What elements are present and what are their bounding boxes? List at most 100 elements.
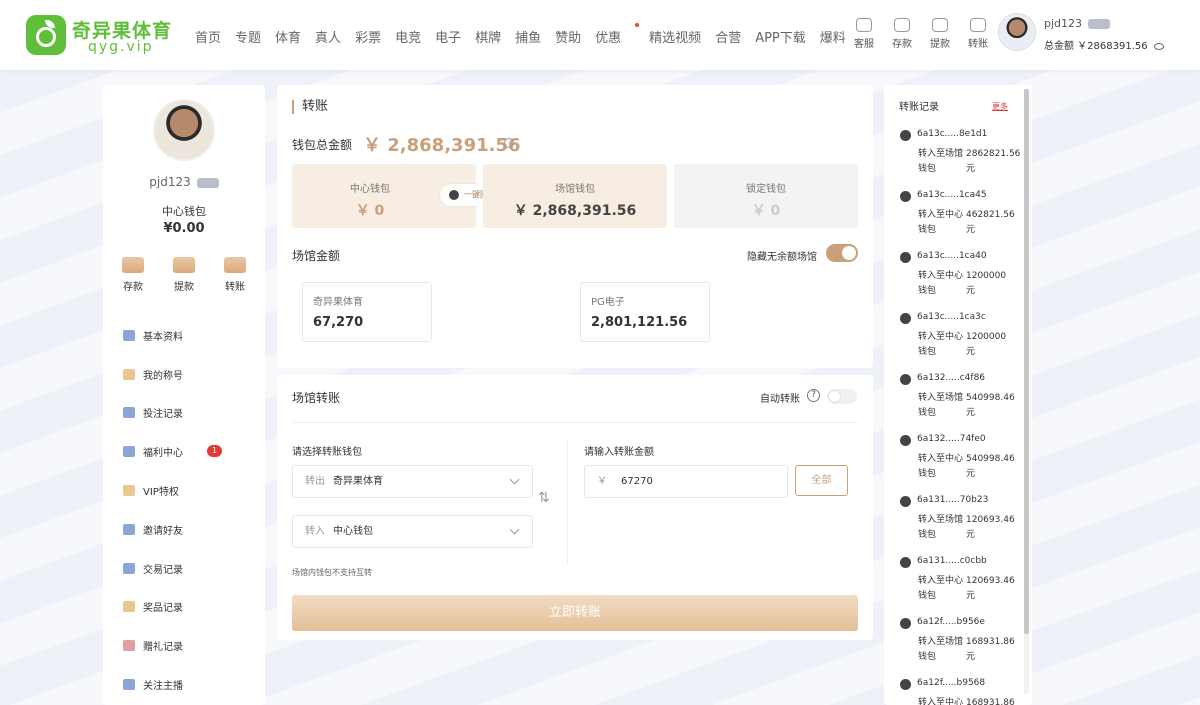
- record-amount: 2862821.56元: [966, 149, 1021, 174]
- sidebar-withdraw[interactable]: 提款: [164, 257, 204, 293]
- record-id: 6a131.....c0cbb: [917, 556, 987, 566]
- menu-profile-label: 基本资料: [143, 331, 183, 343]
- site-logo[interactable]: 奇异果体育 qyg.vip: [26, 15, 176, 57]
- check-circle-icon: [900, 435, 911, 446]
- sidebar-username-row: pjd123: [103, 175, 265, 189]
- help-icon[interactable]: ?: [807, 389, 820, 402]
- record-id: 6a12f.....b9568: [917, 678, 986, 688]
- venue-wallet-box-label: 场馆钱包: [555, 184, 595, 195]
- vertical-divider: [567, 441, 568, 565]
- transfer-in-select[interactable]: 转入 中心钱包: [292, 515, 533, 548]
- nav-fishing[interactable]: 捕鱼: [515, 27, 541, 46]
- document-icon: [123, 562, 135, 574]
- record-dest: 转入至中心钱包: [918, 210, 964, 235]
- auto-transfer-toggle[interactable]: [827, 389, 857, 404]
- out-prefix: 转出: [305, 476, 325, 487]
- nav-sports[interactable]: 体育: [275, 27, 301, 46]
- sidebar-deposit-label: 存款: [123, 282, 143, 293]
- check-circle-icon: [900, 313, 911, 324]
- withdraw-icon: [173, 257, 195, 273]
- menu-gifts[interactable]: 赠礼记录: [123, 626, 243, 665]
- nav-promos[interactable]: 优惠: [595, 23, 640, 46]
- record-item: 6a13c.....1ca40 转入至中心钱包1200000元: [900, 251, 1020, 309]
- record-item: 6a131.....70b23 转入至场馆钱包120693.46元: [900, 495, 1020, 553]
- menu-vip[interactable]: VIP特权: [123, 471, 243, 510]
- nav-cards[interactable]: 棋牌: [475, 27, 501, 46]
- nav-sponsor[interactable]: 赞助: [555, 27, 581, 46]
- hide-empty-toggle[interactable]: [826, 244, 858, 262]
- record-item: 6a13c.....8e1d1 转入至场馆钱包2862821.56元: [900, 129, 1020, 187]
- quick-withdraw[interactable]: 提款: [921, 18, 959, 50]
- record-item: 6a132.....c4f86 转入至场馆钱包540998.46元: [900, 373, 1020, 431]
- check-circle-icon: [900, 191, 911, 202]
- menu-follow[interactable]: 关注主播: [123, 665, 243, 704]
- heart-icon: [123, 679, 135, 691]
- record-dest: 转入至场馆钱包: [918, 149, 964, 174]
- locked-wallet-box: 锁定钱包 ￥ 0: [674, 164, 858, 228]
- eye-icon[interactable]: [1153, 42, 1164, 50]
- account-sidebar: pjd123 中心钱包 ¥0.00 存款 提款 转账 基本资料 我的称号 投注记…: [103, 85, 265, 705]
- auto-transfer-label: 自动转账: [760, 394, 800, 405]
- quick-transfer[interactable]: 转账: [959, 18, 997, 50]
- transfer-records-panel: 转账记录 更多 6a13c.....8e1d1 转入至场馆钱包2862821.5…: [884, 85, 1032, 705]
- scrollbar-thumb[interactable]: [1024, 89, 1029, 634]
- nav-app-download[interactable]: APP下载: [755, 27, 806, 46]
- record-amount: 168931.86元: [966, 637, 1015, 662]
- chevron-down-icon: [509, 524, 520, 535]
- menu-transactions[interactable]: 交易记录: [123, 549, 243, 588]
- check-circle-icon: [900, 374, 911, 385]
- record-amount: 120693.46元: [966, 515, 1015, 540]
- user-avatar[interactable]: [998, 13, 1036, 51]
- records-more-link[interactable]: 更多: [992, 101, 1008, 112]
- nav-esports[interactable]: 电竞: [395, 27, 421, 46]
- quick-deposit[interactable]: 存款: [883, 18, 921, 50]
- record-item: 6a132.....74fe0 转入至中心钱包540998.46元: [900, 434, 1020, 492]
- nav-live[interactable]: 真人: [315, 27, 341, 46]
- nav-lottery[interactable]: 彩票: [355, 27, 381, 46]
- menu-bets-label: 投注记录: [143, 409, 183, 421]
- sidebar-transfer[interactable]: 转账: [215, 257, 255, 293]
- submit-transfer-button[interactable]: 立即转账: [292, 595, 858, 631]
- all-amount-button[interactable]: 全部: [795, 465, 848, 496]
- nav-videos[interactable]: 精选视频: [649, 27, 701, 46]
- user-icon: [123, 329, 135, 341]
- quick-support-label: 客服: [854, 39, 874, 50]
- user-summary[interactable]: pjd123 总金额 ￥2868391.56: [998, 13, 1178, 55]
- menu-bets[interactable]: 投注记录: [123, 394, 243, 433]
- quick-support[interactable]: 客服: [845, 18, 883, 50]
- swap-icon[interactable]: ⇅: [538, 490, 550, 506]
- headset-icon: [856, 18, 872, 32]
- welfare-badge: 1: [207, 445, 222, 458]
- menu-titles[interactable]: 我的称号: [123, 355, 243, 394]
- quick-deposit-label: 存款: [892, 39, 912, 50]
- check-circle-icon: [900, 557, 911, 568]
- menu-welfare[interactable]: 福利中心 1: [123, 432, 243, 471]
- records-scrollbar[interactable]: [1024, 89, 1029, 694]
- menu-titles-label: 我的称号: [143, 370, 183, 382]
- sidebar-avatar: [153, 99, 215, 161]
- nav-home[interactable]: 首页: [195, 27, 221, 46]
- record-amount: 540998.46元: [966, 454, 1015, 479]
- nav-slots[interactable]: 电子: [435, 27, 461, 46]
- sidebar-actions: 存款 提款 转账: [113, 257, 255, 293]
- hide-empty-label: 隐藏无余额场馆: [747, 252, 817, 263]
- transfer-note: 场馆内钱包不支持互转: [292, 568, 372, 577]
- nav-news[interactable]: 爆料: [820, 27, 846, 46]
- transfer-card: 转账 钱包总金额 ￥ 2,868,391.56 中心钱包 ￥ 0 一键回收 场馆…: [277, 85, 873, 368]
- venue-card-pg: PG电子 2,801,121.56: [580, 282, 710, 342]
- record-amount: 540998.46元: [966, 393, 1015, 418]
- locked-wallet-box-label: 锁定钱包: [746, 184, 786, 195]
- transfer-out-select[interactable]: 转出 奇异果体育: [292, 465, 533, 498]
- record-amount: 1200000元: [966, 332, 1007, 357]
- nav-partner[interactable]: 合营: [715, 27, 741, 46]
- nav-topics[interactable]: 专题: [235, 27, 261, 46]
- refresh-icon[interactable]: [504, 138, 514, 148]
- sidebar-menu: 基本资料 我的称号 投注记录 福利中心 1 VIP特权 邀请好友 交易记录 奖品记…: [123, 316, 243, 704]
- menu-invite[interactable]: 邀请好友: [123, 510, 243, 549]
- transfer-title: 转账: [292, 100, 328, 114]
- locked-wallet-box-value: ￥ 0: [751, 203, 781, 219]
- sidebar-deposit[interactable]: 存款: [113, 257, 153, 293]
- menu-profile[interactable]: 基本资料: [123, 316, 243, 355]
- amount-input[interactable]: ￥ 67270: [584, 465, 788, 498]
- menu-prizes[interactable]: 奖品记录: [123, 588, 243, 627]
